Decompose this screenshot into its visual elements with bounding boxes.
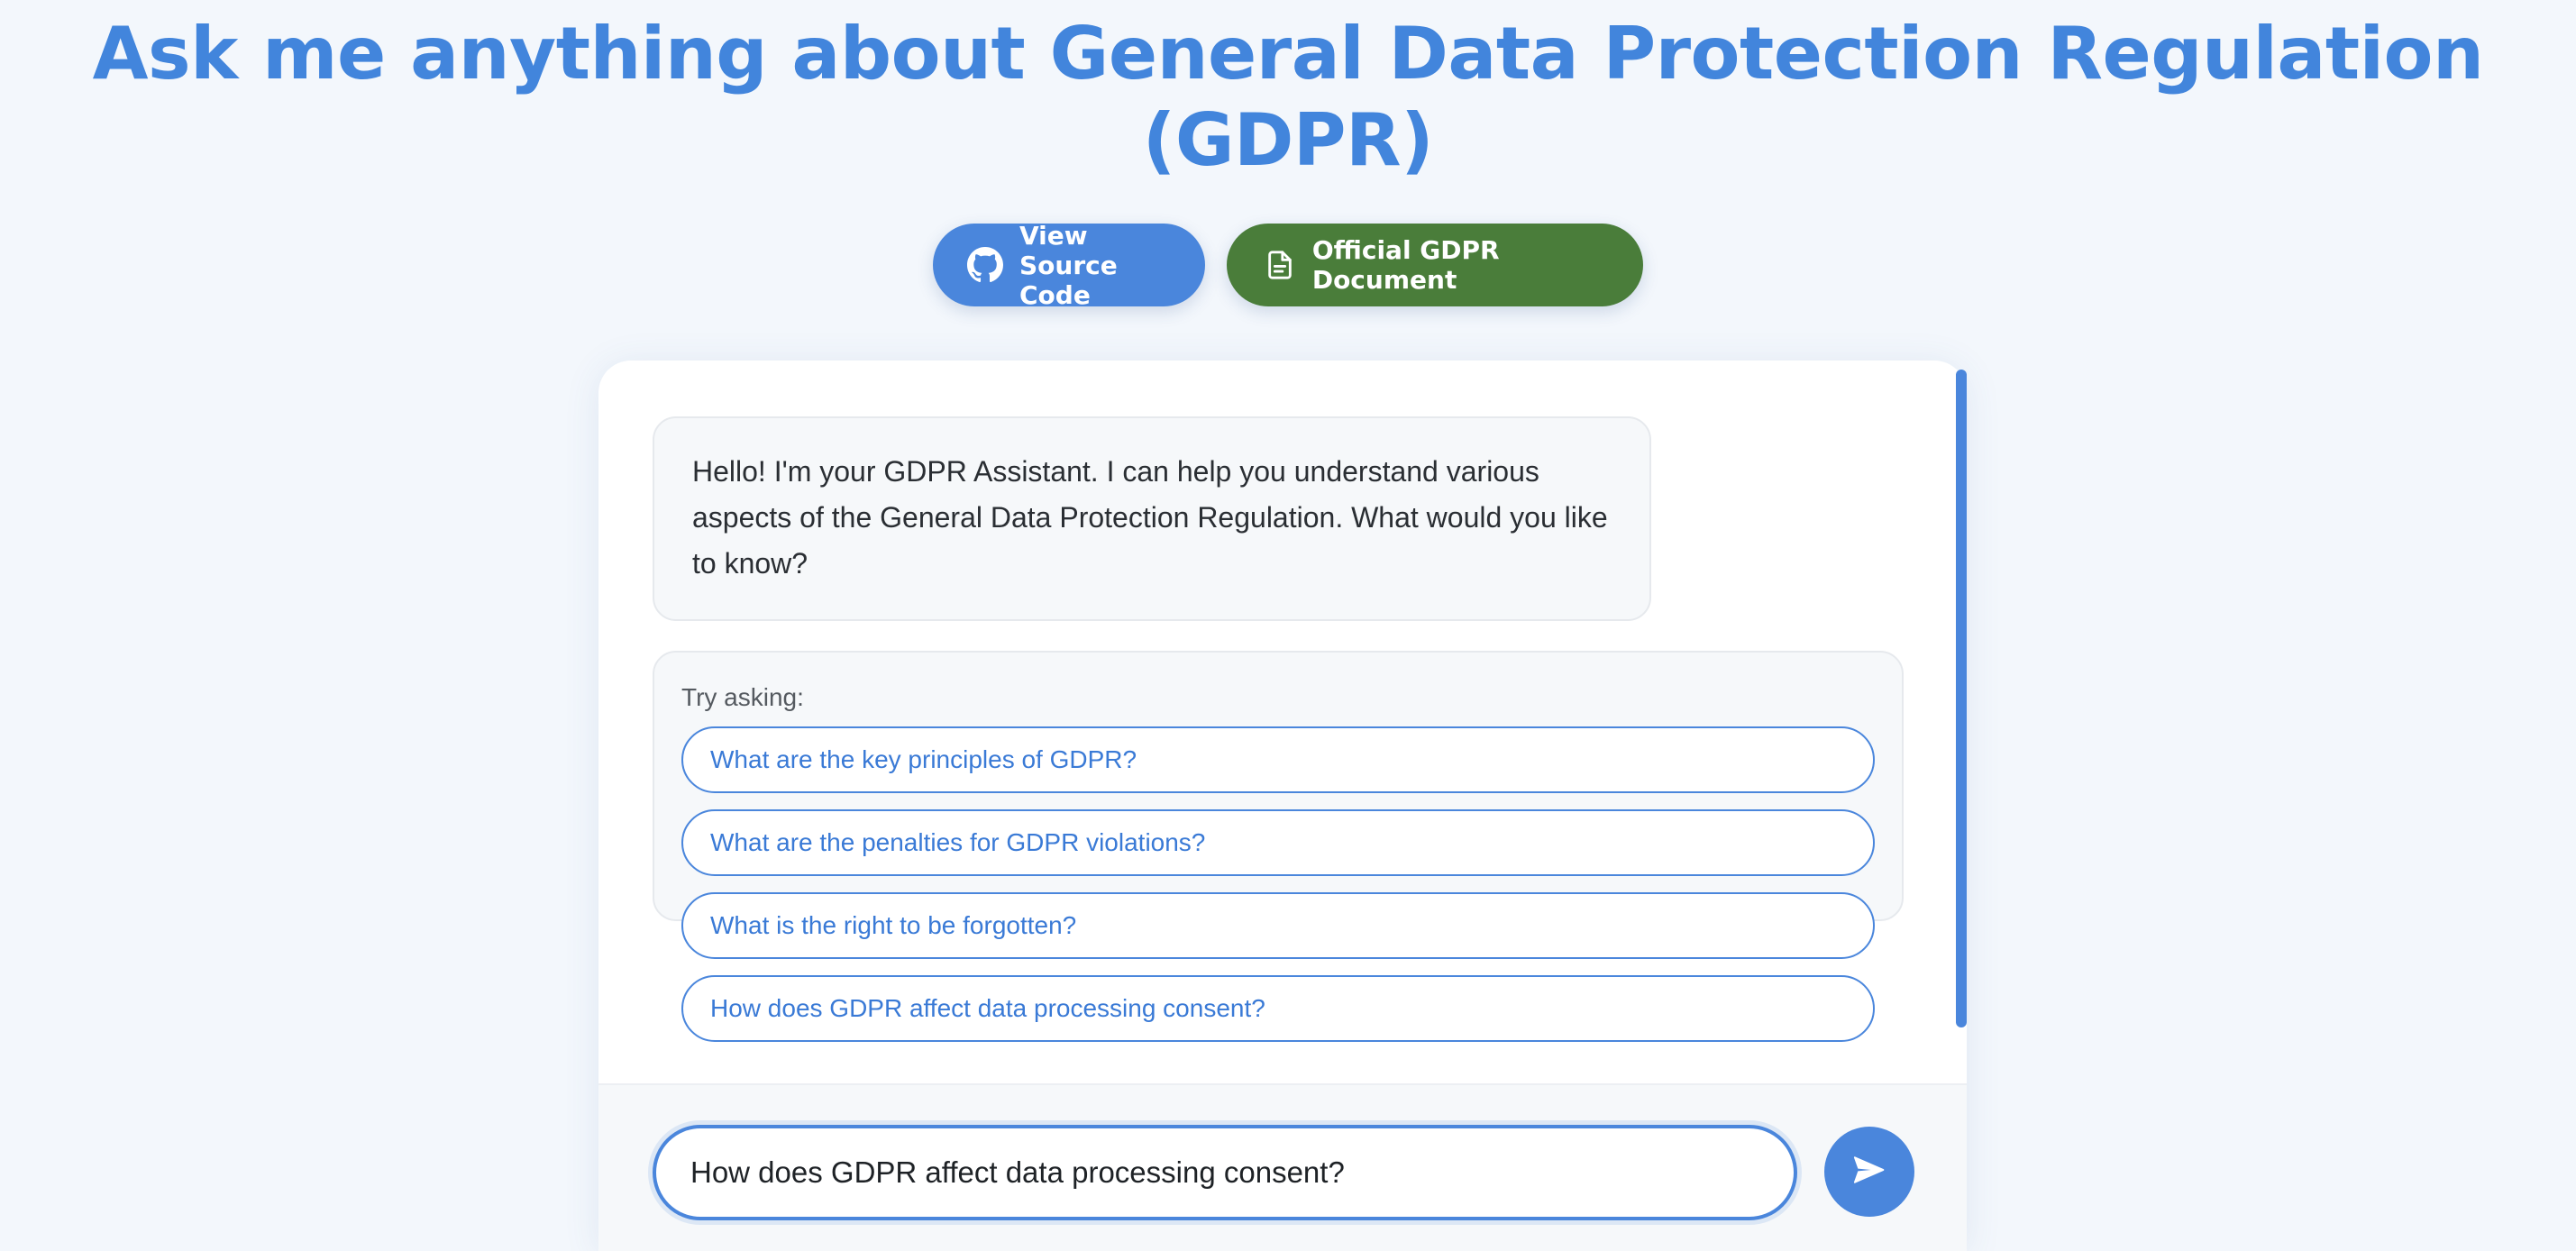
official-gdpr-document-button[interactable]: Official GDPR Document bbox=[1227, 224, 1643, 306]
official-gdpr-document-label: Official GDPR Document bbox=[1311, 235, 1500, 295]
view-source-code-button[interactable]: View Source Code bbox=[933, 221, 1205, 310]
chat-scrollbar[interactable] bbox=[1956, 370, 1967, 1027]
suggestion-consent[interactable]: How does GDPR affect data processing con… bbox=[681, 975, 1875, 1042]
send-icon bbox=[1851, 1152, 1887, 1192]
suggestions-panel: Try asking: What are the key principles … bbox=[653, 651, 1904, 1042]
suggestion-key-principles[interactable]: What are the key principles of GDPR? bbox=[681, 726, 1875, 793]
send-button[interactable] bbox=[1824, 1127, 1914, 1217]
suggestion-right-to-be-forgotten[interactable]: What is the right to be forgotten? bbox=[681, 892, 1875, 959]
page: Ask me anything about General Data Prote… bbox=[0, 0, 2576, 1251]
suggestion-penalties[interactable]: What are the penalties for GDPR violatio… bbox=[681, 809, 1875, 876]
message-input[interactable] bbox=[653, 1125, 1797, 1220]
suggestions-label: Try asking: bbox=[681, 683, 804, 711]
assistant-message: Hello! I'm your GDPR Assistant. I can he… bbox=[653, 416, 1651, 621]
github-icon bbox=[967, 247, 1003, 283]
document-icon bbox=[1265, 247, 1296, 283]
header-buttons: View Source Code Official GDPR Document bbox=[0, 221, 2576, 310]
composer bbox=[598, 1083, 1967, 1251]
view-source-code-label: View Source Code bbox=[1019, 220, 1118, 310]
page-title: Ask me anything about General Data Prote… bbox=[92, 12, 2484, 182]
chat-panel: Hello! I'm your GDPR Assistant. I can he… bbox=[598, 361, 1967, 1251]
